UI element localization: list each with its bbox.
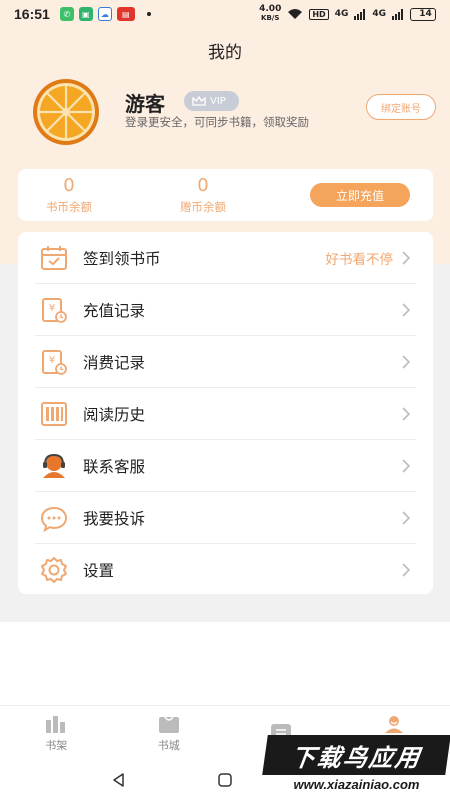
watermark-url: www.xiazainiao.com [293,777,420,792]
balance-card: 0 书币余额 0 赠币余额 立即充值 [18,169,433,221]
gift-balance-label: 赠币余额 [180,200,226,214]
signal-1-label: 4G [334,9,349,19]
vip-label: VIP [210,95,226,107]
customer-service-icon [43,453,65,478]
svg-text:¥: ¥ [49,355,55,366]
chevron-right-icon [402,511,411,525]
login-subtitle: 登录更安全，可同步书籍，领取奖励 [125,115,309,129]
chevron-right-icon [402,303,411,317]
menu-item-checkin[interactable]: 签到领书币 好书看不停 [18,232,433,284]
tab-label-bookstore: 书城 [157,738,180,752]
coin-balance-value: 0 [63,175,75,196]
menu-item-recharge-record[interactable]: ¥ 充值记录 [18,284,433,336]
status-bar: 16:51 ✆ ▣ ☁ ▤ 4.00 KB/S HD 4G 4G 14 [0,0,450,28]
menu-extra-checkin: 好书看不停 [325,252,394,268]
chevron-right-icon [402,459,411,473]
status-time: 16:51 [14,6,50,22]
menu-label-checkin: 签到领书币 [83,250,161,268]
net-speed-value: 4.00 [259,4,282,14]
menu-label-consume-record: 消费记录 [83,354,146,372]
orange-avatar-icon[interactable] [32,78,100,146]
coin-balance: 0 书币余额 [40,175,98,215]
menu-item-consume-record[interactable]: ¥ 消费记录 [18,336,433,388]
tab-label-bookshelf: 书架 [45,738,68,752]
header-background [0,28,450,264]
recharge-record-icon: ¥ [42,298,67,323]
battery-icon: 14 [410,7,436,21]
network-speed: 4.00 KB/S [259,5,281,23]
signal-1-icon [354,8,366,20]
tab-bookshelf[interactable]: 书架 [0,706,113,760]
status-notification-icons: ✆ ▣ ☁ ▤ [59,7,135,21]
battery-level: 14 [419,9,432,19]
wifi-icon [288,9,303,19]
signal-2-label: 4G [372,9,386,19]
status-right: 4.00 KB/S HD 4G 4G 14 [259,5,436,23]
gift-balance-value: 0 [197,175,209,196]
menu-item-complaint[interactable]: 我要投诉 [18,492,433,544]
menu-label-customer-service: 联系客服 [83,458,146,476]
menu-label-settings: 设置 [83,562,115,580]
profile-icon [384,715,403,733]
wallet-app-icon: ▣ [78,7,93,21]
back-icon[interactable] [111,772,127,788]
consume-record-icon: ¥ [42,350,67,375]
cloud-app-icon: ☁ [97,7,112,21]
phone-app-icon: ✆ [59,7,74,21]
watermark-logo: 下载鸟应用 www.xiazainiao.com [262,735,450,795]
calendar-checkin-icon [41,246,67,270]
notification-dot-icon [146,12,151,16]
complaint-icon [40,506,68,532]
net-speed-unit: KB/S [261,14,280,22]
coin-balance-label: 书币余额 [46,200,92,214]
vip-badge: VIP [184,91,239,111]
watermark-title: 下载鸟应用 [262,735,450,775]
bind-account-button[interactable]: 绑定账号 [366,94,436,120]
menu-item-settings[interactable]: 设置 [18,544,433,594]
menu-item-reading-history[interactable]: 阅读历史 [18,388,433,440]
bookshelf-icon [46,715,66,733]
chevron-right-icon [402,251,411,265]
news-app-icon: ▤ [116,7,135,21]
menu-label-complaint: 我要投诉 [83,510,146,528]
menu-item-customer-service[interactable]: 联系客服 [18,440,433,492]
chevron-right-icon [402,355,411,369]
chevron-right-icon [402,563,411,577]
signal-2-icon [392,8,403,20]
gear-icon [41,557,67,583]
crown-icon [192,96,206,106]
menu-label-recharge-record: 充值记录 [83,302,146,320]
gift-balance: 0 赠币余额 [174,175,232,215]
tab-bookstore[interactable]: 书城 [113,706,226,760]
svg-text:¥: ¥ [49,303,55,314]
recharge-now-button[interactable]: 立即充值 [310,183,410,207]
bookstore-icon [158,716,179,733]
username: 游客 [125,92,165,116]
page-title: 我的 [208,43,242,63]
hd-badge: HD [309,8,329,20]
home-icon[interactable] [217,772,233,788]
menu-card: 签到领书币 好书看不停 ¥ 充值记录 ¥ 消费记录 阅读历史 联系客服 我要投诉… [18,232,433,594]
chevron-right-icon [402,407,411,421]
reading-history-icon [41,402,67,426]
menu-label-reading-history: 阅读历史 [83,406,146,424]
